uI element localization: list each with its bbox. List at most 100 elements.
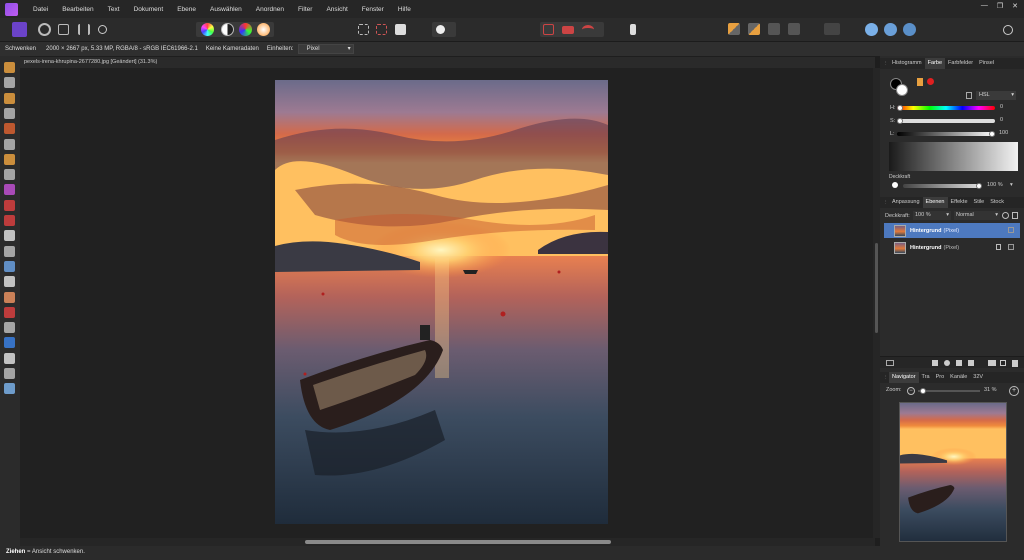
mixer-brush-icon[interactable] — [4, 215, 15, 226]
add-layer-icon[interactable] — [1000, 360, 1006, 366]
grid-icon[interactable] — [543, 24, 554, 35]
maximize-button[interactable]: ❐ — [997, 2, 1003, 10]
tab-navigator[interactable]: Navigator — [889, 372, 919, 383]
hue-knob[interactable] — [897, 105, 903, 111]
liquify-persona-icon[interactable] — [38, 23, 51, 36]
tab-effekte[interactable]: Effekte — [948, 197, 971, 208]
dodge-icon[interactable] — [4, 245, 15, 257]
arrange-bottom-icon[interactable] — [788, 23, 800, 35]
tab-farbe[interactable]: Farbe — [924, 58, 946, 69]
minimize-button[interactable]: — — [981, 2, 988, 10]
node-icon[interactable] — [4, 322, 15, 334]
gear-icon[interactable] — [1002, 212, 1009, 219]
menu-dokument[interactable]: Dokument — [127, 6, 171, 13]
color-picker-icon[interactable] — [4, 92, 15, 104]
rectangle-icon[interactable] — [4, 337, 15, 349]
boolean-intersect-icon[interactable] — [903, 23, 916, 36]
gradient-icon[interactable] — [4, 184, 15, 196]
color-mode-select[interactable]: HSL ▾ — [976, 91, 1016, 100]
auto-colors-icon[interactable] — [239, 23, 252, 36]
tab-anpassung[interactable]: Anpassung — [889, 197, 923, 208]
saturation-slider[interactable] — [897, 119, 995, 123]
share-icon[interactable] — [98, 25, 107, 34]
tone-mapping-persona-icon[interactable] — [78, 24, 90, 35]
snapping-icon[interactable] — [582, 25, 594, 34]
zoom-knob[interactable] — [920, 388, 926, 394]
navigator-preview[interactable] — [899, 402, 1007, 542]
scroll-thumb[interactable] — [305, 540, 611, 544]
photo-persona-icon[interactable] — [12, 22, 27, 37]
marquee-selection-icon[interactable] — [358, 24, 369, 35]
tab-histogramm[interactable]: Histogramm — [889, 58, 925, 69]
vertical-scrollbar[interactable] — [873, 68, 880, 538]
zoom-in-button[interactable]: + — [1009, 386, 1019, 396]
horizontal-scrollbar[interactable] — [20, 538, 875, 546]
tab-pinsel[interactable]: Pinsel — [976, 58, 997, 69]
brush-preview-icon[interactable] — [630, 24, 636, 35]
arrange-back-icon[interactable] — [728, 23, 740, 35]
document-image[interactable] — [275, 80, 608, 524]
tab-transform[interactable]: Tra — [919, 372, 933, 383]
lock-icon[interactable] — [996, 244, 1001, 250]
user-account-icon[interactable] — [1003, 25, 1013, 35]
trash-icon[interactable] — [1012, 360, 1018, 367]
live-filter-icon[interactable] — [968, 360, 974, 366]
tab-stile[interactable]: Stile — [971, 197, 988, 208]
layer-visibility-checkbox[interactable] — [1008, 227, 1014, 233]
blend-mode-select[interactable]: Normal ▾ — [954, 211, 1000, 220]
color-picker-icon[interactable] — [917, 78, 923, 86]
adjustment-icon[interactable] — [944, 360, 950, 366]
close-button[interactable]: ✕ — [1012, 2, 1018, 10]
zoom-out-button[interactable]: − — [907, 387, 915, 395]
crop-icon[interactable] — [4, 107, 15, 119]
primary-color-swatch[interactable] — [896, 84, 908, 96]
brush-icon[interactable] — [4, 123, 15, 135]
saturation-knob[interactable] — [897, 118, 903, 124]
text-icon[interactable] — [4, 352, 15, 364]
tab-stock[interactable]: Stock — [987, 197, 1007, 208]
auto-contrast-icon[interactable] — [221, 23, 234, 36]
fx-icon[interactable] — [956, 360, 962, 366]
red-swatch[interactable] — [927, 78, 934, 85]
tab-farbfelder[interactable]: Farbfelder — [945, 58, 976, 69]
paint-brush-icon[interactable] — [4, 199, 15, 211]
eraser-icon[interactable] — [4, 230, 15, 242]
menu-anordnen[interactable]: Anordnen — [249, 6, 291, 13]
tab-32v[interactable]: 32V — [970, 372, 986, 383]
mask-icon[interactable] — [932, 360, 938, 366]
auto-levels-icon[interactable] — [201, 23, 214, 36]
invert-selection-icon[interactable] — [395, 24, 406, 35]
menu-fenster[interactable]: Fenster — [355, 6, 391, 13]
units-select[interactable]: Pixel ▾ — [297, 44, 354, 54]
menu-text[interactable]: Text — [101, 6, 127, 13]
selection-brush-icon[interactable] — [4, 138, 15, 150]
zoom-icon[interactable] — [4, 383, 15, 395]
blemish-icon[interactable] — [4, 291, 15, 303]
deselect-icon[interactable] — [376, 24, 387, 35]
zoom-slider[interactable] — [918, 390, 980, 392]
layer-opacity-select[interactable]: 100 % ▾ — [913, 211, 951, 220]
move-icon[interactable] — [4, 77, 15, 89]
lock-icon[interactable] — [966, 92, 972, 99]
menu-ebene[interactable]: Ebene — [170, 6, 203, 13]
tab-kanaele[interactable]: Kanäle — [947, 372, 970, 383]
tab-protokoll[interactable]: Pro — [933, 372, 948, 383]
red-eye-icon[interactable] — [4, 306, 15, 318]
fill-icon[interactable] — [4, 169, 15, 181]
hand-icon[interactable] — [4, 62, 15, 73]
scroll-thumb[interactable] — [875, 243, 878, 333]
arrange-forward-icon[interactable] — [748, 23, 760, 35]
menu-filter[interactable]: Filter — [291, 6, 319, 13]
auto-white-balance-icon[interactable] — [257, 23, 270, 36]
tab-ebenen[interactable]: Ebenen — [922, 197, 948, 208]
assistant-icon[interactable] — [562, 26, 574, 34]
color-box[interactable] — [889, 142, 1018, 171]
menu-bearbeiten[interactable]: Bearbeiten — [55, 6, 100, 13]
hue-slider[interactable] — [897, 106, 995, 110]
opacity-knob[interactable] — [976, 183, 982, 189]
document-tab[interactable]: pexels-irena-khrupina-2677280.jpg [Geänd… — [20, 57, 875, 68]
lock-icon[interactable] — [1012, 212, 1018, 219]
menu-auswaehlen[interactable]: Auswählen — [203, 6, 249, 13]
clone-icon[interactable] — [4, 260, 15, 272]
opacity-slider[interactable] — [903, 184, 979, 188]
